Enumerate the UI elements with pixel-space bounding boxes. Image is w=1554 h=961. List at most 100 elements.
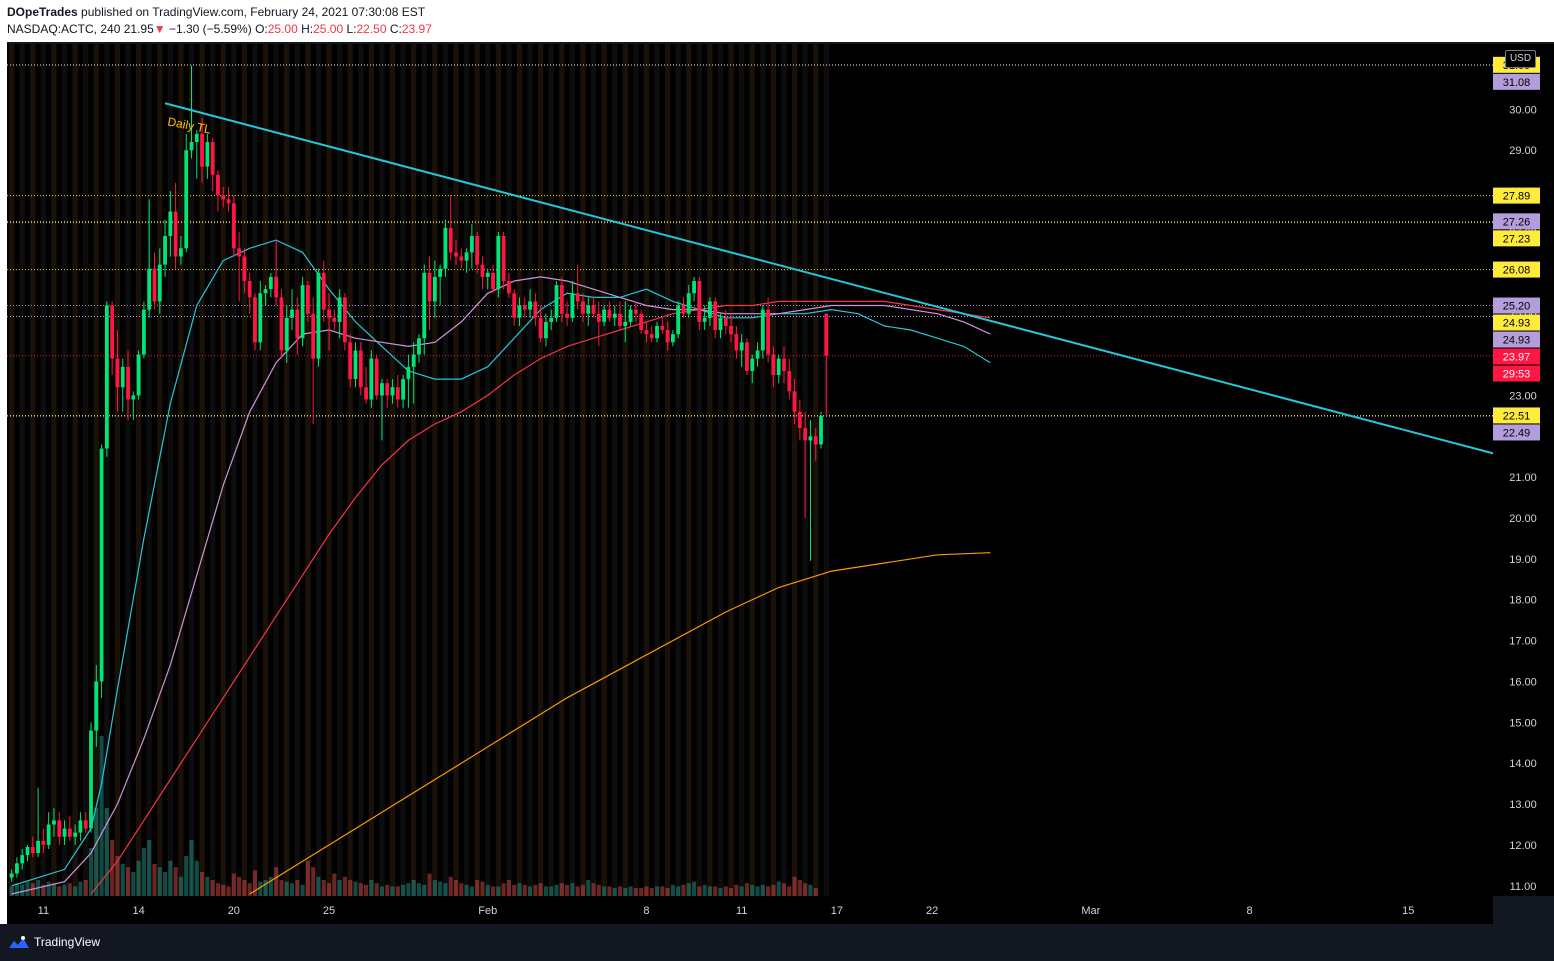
price-chart[interactable]: Daily TL — [7, 44, 1499, 896]
candle-body — [316, 272, 321, 359]
volume-bar — [178, 876, 183, 896]
candle-body — [739, 342, 744, 351]
volume-bar — [628, 886, 633, 896]
candle-body — [36, 840, 40, 854]
candle-body — [427, 272, 432, 302]
candle-body — [475, 236, 480, 265]
brand-name[interactable]: TradingView — [34, 935, 100, 949]
candle-body — [438, 268, 443, 277]
time-axis-svg[interactable]: 11 14 20 25 Feb 8 11 17 22 Mar 8 15 — [7, 896, 1493, 924]
price-axis-svg[interactable]: 11.00 12.00 13.00 14.00 15.00 16.00 17.00 18.00… — [1493, 44, 1554, 896]
session-band — [432, 44, 438, 896]
session-band — [61, 44, 68, 896]
volume-bar — [289, 883, 295, 896]
candle-body — [369, 358, 374, 400]
volume-bar — [617, 886, 623, 896]
candle-body — [126, 366, 130, 400]
session-band — [590, 44, 597, 896]
session-band — [188, 44, 195, 896]
volume-bar — [702, 884, 707, 896]
volume-bar — [422, 884, 427, 896]
price-tick-label: 14.00 — [1509, 758, 1537, 770]
price-level-label: 27.23 — [1503, 233, 1531, 245]
time-axis[interactable]: 11 14 20 25 Feb 8 11 17 22 Mar 8 15 — [7, 896, 1493, 924]
session-band — [305, 44, 311, 896]
volume-bar — [332, 873, 337, 896]
candle-body — [565, 313, 569, 318]
volume-bar — [797, 880, 802, 896]
candle-body — [522, 305, 527, 310]
price-tick-label: 21.00 — [1509, 472, 1537, 484]
candle-body — [337, 297, 342, 322]
close-label: C: — [389, 22, 402, 36]
candle-body — [681, 305, 686, 314]
time-tick-label: 8 — [1246, 905, 1252, 917]
session-band — [601, 44, 607, 896]
candle-body — [242, 256, 247, 282]
candle-body — [30, 846, 35, 854]
candle-body — [575, 293, 580, 302]
volume-bar — [623, 888, 628, 896]
candle-body — [729, 325, 733, 335]
volume-bar — [654, 886, 660, 896]
volume-bar — [94, 808, 99, 896]
volume-bar — [78, 881, 83, 896]
volume-bar — [676, 886, 681, 896]
candle-body — [380, 383, 384, 396]
candle-body — [179, 248, 183, 257]
price-tick-label: 19.00 — [1509, 554, 1537, 566]
volume-bar — [506, 880, 511, 896]
price-level-label: 27.89 — [1503, 191, 1531, 203]
candle-body — [99, 448, 104, 682]
candle-body — [157, 264, 162, 302]
candle-body — [549, 317, 554, 322]
volume-bar — [263, 880, 268, 896]
volume-bar — [549, 886, 554, 896]
volume-bar — [760, 884, 765, 896]
volume-bar — [327, 883, 332, 896]
session-band — [358, 44, 364, 896]
session-band — [548, 44, 554, 896]
volume-bar — [580, 884, 586, 896]
price-axis[interactable]: 11.00 12.00 13.00 14.00 15.00 16.00 17.00 18.00… — [1493, 44, 1554, 896]
volume-bar — [200, 872, 205, 896]
candle-body — [670, 334, 675, 343]
price-tick-label: 13.00 — [1509, 799, 1537, 811]
volume-bar — [713, 886, 718, 896]
candle-body — [120, 366, 125, 388]
candle-body — [723, 317, 728, 326]
session-band — [114, 44, 121, 896]
candle-body — [411, 354, 416, 367]
volume-bar — [565, 884, 570, 896]
low-label: L: — [346, 22, 357, 36]
candle-body — [649, 334, 654, 339]
candle-body — [353, 350, 358, 380]
session-band — [135, 44, 142, 896]
close-value: 23.97 — [401, 22, 432, 36]
candle-body — [454, 252, 458, 257]
session-band — [569, 44, 576, 896]
candle-body — [115, 358, 120, 388]
candle-body — [210, 142, 215, 175]
candle-body — [734, 334, 739, 351]
price-tick-label: 17.00 — [1509, 636, 1537, 648]
volume-bar — [432, 880, 437, 896]
price-level-label: 23.97 — [1503, 352, 1531, 364]
currency-label[interactable]: USD — [1505, 50, 1536, 68]
volume-bar — [766, 886, 771, 896]
candle-body — [591, 305, 596, 314]
change-arrow-icon: ▼ — [153, 22, 166, 36]
chart-area[interactable]: Daily TL — [7, 44, 1499, 896]
tradingview-logo-icon[interactable] — [8, 934, 30, 950]
volume-bar — [464, 884, 469, 896]
candle-body — [824, 313, 829, 356]
session-band — [686, 44, 692, 896]
session-band — [675, 44, 681, 896]
author-name[interactable]: DOpeTrades — [7, 5, 78, 19]
volume-bar — [83, 880, 88, 896]
candle-body — [501, 236, 506, 282]
session-band — [527, 44, 533, 896]
volume-bar — [729, 888, 734, 896]
session-band — [728, 44, 734, 896]
volume-bar — [274, 867, 279, 896]
